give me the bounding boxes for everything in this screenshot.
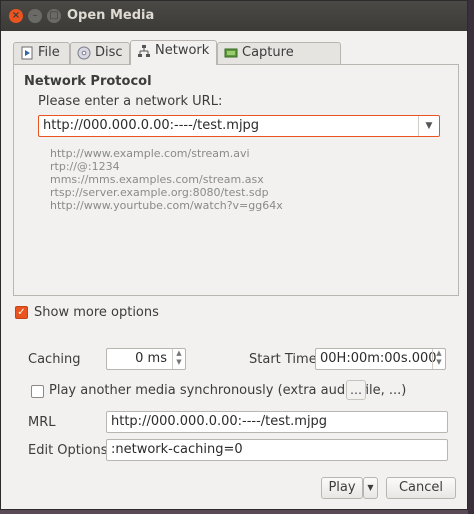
tab-file[interactable]: File <box>13 42 70 64</box>
url-examples: http://www.example.com/stream.avi rtp://… <box>50 147 283 212</box>
disc-icon <box>77 46 91 59</box>
network-protocol-heading: Network Protocol <box>24 74 152 89</box>
start-time-label: Start Time <box>249 352 317 367</box>
close-window-button[interactable]: × <box>9 9 23 23</box>
network-url-input[interactable]: http://000.000.0.00:----/test.mjpg <box>43 118 259 133</box>
extra-media-browse-button[interactable]: … <box>346 380 366 400</box>
tab-network[interactable]: Network <box>130 40 217 65</box>
url-example: rtsp://server.example.org:8080/test.sdp <box>50 186 269 199</box>
caching-label: Caching <box>28 352 81 367</box>
title-bar[interactable]: × – □ Open Media <box>1 1 467 31</box>
mrl-field[interactable]: http://000.000.0.00:----/test.mjpg <box>106 411 448 433</box>
file-icon <box>21 46 33 59</box>
desktop-background <box>468 0 474 514</box>
maximize-window-button[interactable]: □ <box>47 9 61 23</box>
capture-device-icon <box>224 48 238 57</box>
tab-file-label: File <box>38 45 60 60</box>
start-time-value: 00H:00m:00s.000 <box>320 351 437 366</box>
caching-value: 0 ms <box>135 351 167 366</box>
caching-stepper[interactable]: ▲ ▼ <box>172 349 185 369</box>
tab-network-label: Network <box>155 43 210 58</box>
cancel-button[interactable]: Cancel <box>386 477 456 499</box>
mrl-label: MRL <box>28 415 56 430</box>
start-time-spinbox[interactable]: 00H:00m:00s.000 ▲ ▼ <box>315 348 446 370</box>
play-button[interactable]: Play <box>321 477 363 499</box>
url-example: http://www.yourtube.com/watch?v=gg64x <box>50 199 283 212</box>
window-title: Open Media <box>67 8 155 23</box>
show-more-options-label[interactable]: Show more options <box>34 305 159 320</box>
network-panel: Network Protocol Please enter a network … <box>13 64 459 296</box>
play-another-media-checkbox[interactable] <box>31 385 44 398</box>
tab-capture-device[interactable]: Capture Device <box>217 42 341 80</box>
network-icon <box>138 44 150 57</box>
edit-options-label: Edit Options <box>28 443 108 458</box>
start-time-stepper[interactable]: ▲ ▼ <box>432 349 445 369</box>
play-dropdown-chevron-down-icon[interactable]: ▼ <box>363 477 378 499</box>
tab-disc[interactable]: Disc <box>70 42 130 64</box>
open-media-dialog: × – □ Open Media File Disc Network Captu… <box>0 0 468 510</box>
network-url-combobox[interactable]: http://000.000.0.00:----/test.mjpg ▼ <box>38 115 440 137</box>
minimize-window-button[interactable]: – <box>28 9 42 23</box>
url-example: rtp://@:1234 <box>50 160 120 173</box>
show-more-options-checkbox[interactable]: ✓ <box>15 306 28 319</box>
url-example: http://www.example.com/stream.avi <box>50 147 250 160</box>
tab-disc-label: Disc <box>95 45 123 60</box>
chevron-down-icon[interactable]: ▼ <box>418 116 439 136</box>
edit-options-field[interactable]: :network-caching=0 <box>106 439 448 461</box>
caching-spinbox[interactable]: 0 ms ▲ ▼ <box>106 348 186 370</box>
url-example: mms://mms.examples.com/stream.asx <box>50 173 264 186</box>
network-url-prompt: Please enter a network URL: <box>38 94 223 109</box>
